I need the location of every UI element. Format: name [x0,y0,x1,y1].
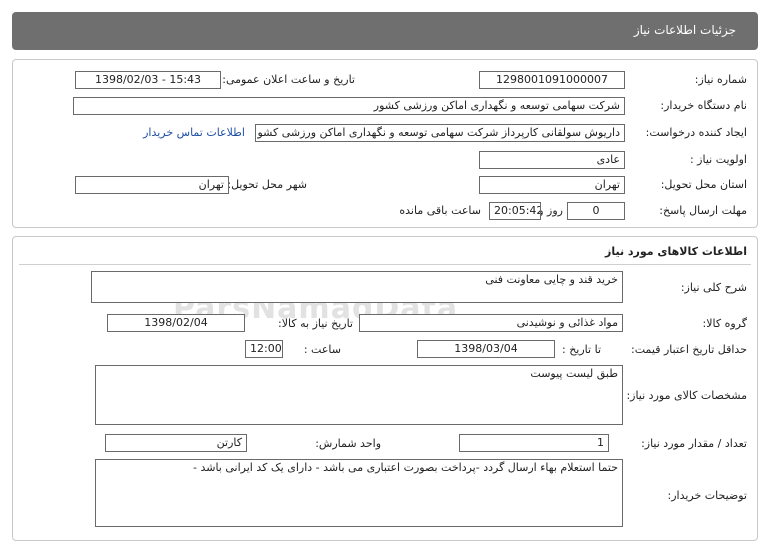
validity-label: حداقل تاریخ اعتبار قیمت: [631,343,747,356]
announce-field: 1398/02/03 - 15:43 [75,71,221,89]
remaining-word: ساعت باقی مانده [399,204,481,217]
deadline-time-field: 20:05:42 [489,202,541,220]
buyer-org-label: نام دستگاه خریدار: [660,99,747,112]
buyer-org-field: شرکت سهامی توسعه و نگهداری اماکن ورزشی ک… [73,97,625,115]
priority-label: اولویت نیاز : [689,153,747,166]
goods-panel: اطلاعات کالاهای مورد نیاز ParsNamadData … [12,236,758,541]
days-word: روز و [538,204,563,217]
need-date-label: تاریخ نیاز به کالا: [278,317,353,330]
qty-label: تعداد / مقدار مورد نیاز: [641,437,747,450]
province-label: استان محل تحویل: [660,178,747,191]
unit-label: واحد شمارش: [315,437,381,450]
city-field: تهران [75,176,229,194]
deadline-days-field: 0 [567,202,625,220]
notes-label: توضیحات خریدار: [667,489,748,502]
priority-field: عادی [479,151,625,169]
unit-field: کارتن [105,434,247,452]
need-info-panel: شماره نیاز: 1298001091000007 تاریخ و ساع… [12,59,758,228]
specs-field: طبق لیست پیوست [95,365,623,425]
deadline-label: مهلت ارسال پاسخ: [659,204,747,217]
goods-section-title: اطلاعات کالاهای مورد نیاز [605,245,747,258]
requester-label: ایجاد کننده درخواست: [645,126,747,139]
until-date-field: 1398/03/04 [417,340,555,358]
city-label: شهر محل تحویل: [227,178,307,191]
time-field: 12:00 [245,340,283,358]
group-label: گروه کالا: [702,317,747,330]
announce-label: تاریخ و ساعت اعلان عمومی: [222,73,355,86]
need-number-field: 1298001091000007 [479,71,625,89]
buyer-contact-link[interactable]: اطلاعات تماس خریدار [143,126,245,139]
need-number-label: شماره نیاز: [694,73,747,86]
page-title: جزئیات اطلاعات نیاز [633,23,736,37]
until-date-label: تا تاریخ : [562,343,601,356]
summary-label: شرح کلی نیاز: [680,281,747,294]
specs-label: مشخصات کالای مورد نیاز: [626,389,747,402]
province-field: تهران [479,176,625,194]
notes-field: حتما استعلام بهاء ارسال گردد -پرداخت بصو… [95,459,623,527]
requester-field: داریوش سولقانی کارپرداز شرکت سهامی توسعه… [255,124,625,142]
page-header: جزئیات اطلاعات نیاز [12,12,758,50]
need-date-field: 1398/02/04 [107,314,245,332]
summary-field: خرید قند و چایی معاونت فنی [91,271,623,303]
qty-field: 1 [459,434,609,452]
section-divider [19,264,751,265]
group-field: مواد غذائی و نوشیدنی [359,314,623,332]
time-label: ساعت : [303,343,341,356]
